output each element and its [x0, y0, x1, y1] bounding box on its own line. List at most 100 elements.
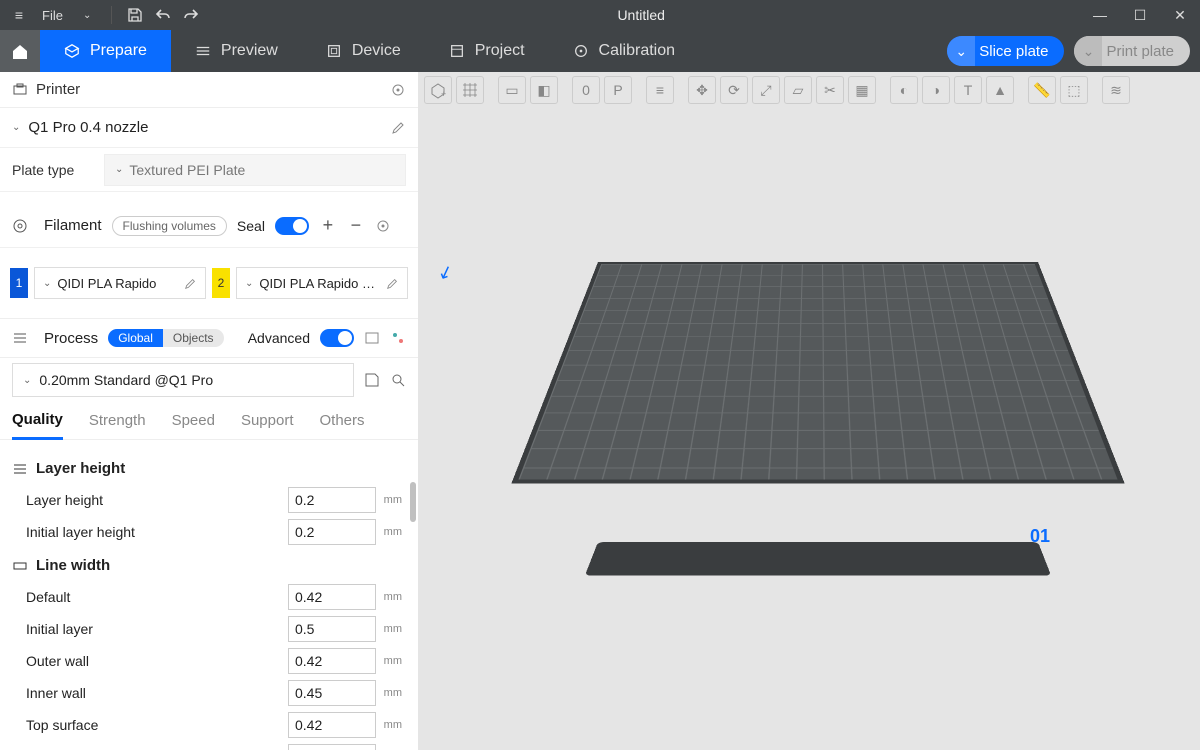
- tab-project-label: Project: [475, 42, 525, 60]
- flushing-volumes-button[interactable]: Flushing volumes: [112, 216, 227, 236]
- flatten-icon[interactable]: ▱: [784, 76, 812, 104]
- cut-icon[interactable]: ✂: [816, 76, 844, 104]
- plate-type-selector[interactable]: ⌄ Textured PEI Plate: [104, 154, 406, 186]
- window-minimize-button[interactable]: ―: [1080, 0, 1120, 30]
- setting-label: Top surface: [12, 717, 288, 733]
- tab-speed[interactable]: Speed: [172, 402, 215, 440]
- window-maximize-button[interactable]: ☐: [1120, 0, 1160, 30]
- file-menu[interactable]: File: [36, 6, 69, 25]
- inner-wall-line-width-input[interactable]: 0.45: [288, 680, 376, 706]
- preset-save-icon[interactable]: [364, 372, 380, 388]
- rotate-icon[interactable]: ⟳: [720, 76, 748, 104]
- group-layer-height[interactable]: Layer height: [12, 460, 406, 477]
- window-close-button[interactable]: ✕: [1160, 0, 1200, 30]
- add-cube-icon[interactable]: +: [424, 76, 452, 104]
- home-button[interactable]: [0, 30, 40, 72]
- filament-swatch-1[interactable]: 1: [10, 268, 28, 298]
- printer-selector[interactable]: ⌄ Q1 Pro 0.4 nozzle: [0, 108, 418, 148]
- filament-selector-1[interactable]: ⌄ QIDI PLA Rapido: [34, 267, 206, 299]
- layer-height-icon: [12, 461, 28, 477]
- tool-o-icon[interactable]: 0: [572, 76, 600, 104]
- save-icon[interactable]: [124, 4, 146, 26]
- support-paint-icon[interactable]: ◐: [890, 76, 918, 104]
- seam-paint-icon[interactable]: ◑: [922, 76, 950, 104]
- document-title: Untitled: [202, 7, 1080, 23]
- outer-wall-line-width-input[interactable]: 0.42: [288, 648, 376, 674]
- sparse-infill-line-width-input[interactable]: 0.45: [288, 744, 376, 750]
- layer-height-input[interactable]: 0.2: [288, 487, 376, 513]
- printer-selected-name: Q1 Pro 0.4 nozzle: [28, 119, 383, 136]
- slice-dropdown-chevron-icon[interactable]: ⌄: [947, 36, 975, 66]
- split-icon[interactable]: ≡: [646, 76, 674, 104]
- chevron-down-icon: ⌄: [43, 278, 51, 289]
- tune-icon[interactable]: [390, 330, 406, 346]
- preview-icon: [195, 43, 211, 59]
- filament-edit-icon[interactable]: [184, 277, 197, 290]
- printer-section-header: Printer: [0, 72, 418, 108]
- assembly-icon[interactable]: ⬚: [1060, 76, 1088, 104]
- setting-label: Default: [12, 589, 288, 605]
- unit: mm: [376, 591, 406, 603]
- tab-prepare[interactable]: Prepare: [40, 30, 171, 72]
- tab-device[interactable]: Device: [302, 30, 425, 72]
- tab-preview[interactable]: Preview: [171, 30, 302, 72]
- process-preset-selector[interactable]: ⌄ 0.20mm Standard @Q1 Pro: [12, 363, 354, 397]
- tab-others[interactable]: Others: [320, 402, 365, 440]
- seal-toggle[interactable]: [275, 217, 309, 235]
- print-dropdown-chevron-icon[interactable]: ⌄: [1074, 36, 1102, 66]
- viewport-3d[interactable]: + ▭ ◧ 0 P ≡ ✥ ⟳ ⤢ ▱ ✂ ▦ ◐ ◑ T ▲ 📏 ⬚: [418, 72, 1200, 750]
- printer-settings-icon[interactable]: [390, 82, 406, 98]
- variable-layer-icon[interactable]: ≋: [1102, 76, 1130, 104]
- text-tool-icon[interactable]: T: [954, 76, 982, 104]
- add-plate-icon[interactable]: [456, 76, 484, 104]
- tab-calibration-label: Calibration: [599, 42, 675, 60]
- print-plate-button[interactable]: ⌄ Print plate: [1074, 36, 1190, 66]
- add-filament-button[interactable]: +: [319, 215, 337, 236]
- tool-p-icon[interactable]: P: [604, 76, 632, 104]
- process-scope-global[interactable]: Global: [108, 329, 163, 347]
- unit: mm: [376, 623, 406, 635]
- scrollbar[interactable]: [410, 482, 416, 522]
- color-paint-icon[interactable]: ▲: [986, 76, 1014, 104]
- menu-icon[interactable]: ≡: [8, 4, 30, 26]
- tab-quality[interactable]: Quality: [12, 402, 63, 440]
- scale-icon[interactable]: ⤢: [752, 76, 780, 104]
- arrange-icon[interactable]: ▭: [498, 76, 526, 104]
- filament-edit-icon[interactable]: [386, 277, 399, 290]
- remove-filament-button[interactable]: −: [347, 215, 365, 236]
- tab-calibration[interactable]: Calibration: [549, 30, 699, 72]
- initial-layer-line-width-input[interactable]: 0.5: [288, 616, 376, 642]
- measure-icon[interactable]: 📏: [1028, 76, 1056, 104]
- undo-icon[interactable]: [152, 4, 174, 26]
- printer-edit-icon[interactable]: [391, 120, 406, 135]
- process-section-title: Process: [44, 330, 98, 347]
- unit: mm: [376, 526, 406, 538]
- filament-name-1: QIDI PLA Rapido: [57, 276, 178, 291]
- filament-selector-2[interactable]: ⌄ QIDI PLA Rapido M...: [236, 267, 408, 299]
- filament-settings-icon[interactable]: [375, 218, 391, 234]
- advanced-toggle[interactable]: [320, 329, 354, 347]
- default-line-width-input[interactable]: 0.42: [288, 584, 376, 610]
- slice-plate-button[interactable]: ⌄ Slice plate: [947, 36, 1064, 66]
- plate-type-label: Plate type: [12, 162, 92, 178]
- tab-support[interactable]: Support: [241, 402, 294, 440]
- group-line-width[interactable]: Line width: [12, 557, 406, 574]
- redo-icon[interactable]: [180, 4, 202, 26]
- process-scope-segment[interactable]: Global Objects: [108, 329, 223, 347]
- tab-project[interactable]: Project: [425, 30, 549, 72]
- settings-panel[interactable]: Layer height Layer height0.2mm Initial l…: [0, 440, 418, 750]
- preset-search-icon[interactable]: [390, 372, 406, 388]
- filament-swatch-2[interactable]: 2: [212, 268, 230, 298]
- move-icon[interactable]: ✥: [688, 76, 716, 104]
- process-scope-objects[interactable]: Objects: [163, 329, 224, 347]
- mesh-icon[interactable]: ▦: [848, 76, 876, 104]
- setting-label: Layer height: [12, 492, 288, 508]
- compare-icon[interactable]: [364, 330, 380, 346]
- initial-layer-height-input[interactable]: 0.2: [288, 519, 376, 545]
- tab-strength[interactable]: Strength: [89, 402, 146, 440]
- setting-label: Initial layer height: [12, 524, 288, 540]
- file-menu-chevron-icon[interactable]: ⌄: [75, 10, 99, 21]
- orient-icon[interactable]: ◧: [530, 76, 558, 104]
- chevron-down-icon: ⌄: [12, 122, 20, 133]
- top-surface-line-width-input[interactable]: 0.42: [288, 712, 376, 738]
